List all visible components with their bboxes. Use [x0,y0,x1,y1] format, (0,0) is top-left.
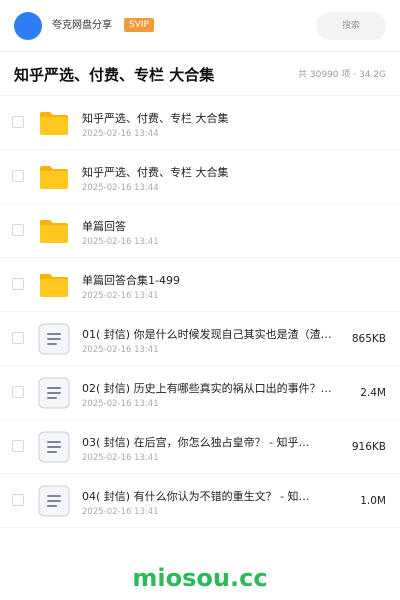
item-date: 2025-02-16 13:41 [82,507,159,517]
page-title: 知乎严选、付费、专栏 大合集 [14,66,215,84]
document-icon [38,323,70,355]
sharer-name: 夸克网盘分享 [52,20,112,31]
item-size: 916KB [351,441,386,453]
file-row[interactable]: 02( 封信) 历史上有哪些真实的祸从口出的事件？… 2025-02-16 13:… [0,366,400,420]
svip-badge: SVIP [124,18,154,32]
row-checkbox[interactable] [12,440,24,452]
item-name: 单篇回答 [82,220,126,233]
watermark: miosou.cc [132,564,268,592]
folder-icon [38,107,70,139]
folder-row[interactable]: 单篇回答 2025-02-16 13:41 [0,204,400,258]
document-icon [38,431,70,463]
folder-row[interactable]: 单篇回答合集1-499 2025-02-16 13:41 [0,258,400,312]
item-size: 2.4M [360,387,386,399]
item-date: 2025-02-16 13:41 [82,453,159,463]
row-checkbox[interactable] [12,386,24,398]
folder-icon [38,161,70,193]
item-date: 2025-02-16 13:41 [82,237,159,247]
item-name: 01( 封信) 你是什么时候发现自己其实也是渣（渣… [82,328,332,341]
item-date: 2025-02-16 13:44 [82,183,159,193]
item-name: 02( 封信) 历史上有哪些真实的祸从口出的事件？… [82,382,332,395]
item-date: 2025-02-16 13:44 [82,129,159,139]
file-row[interactable]: 04( 封信) 有什么你认为不错的重生文？ - 知… 2025-02-16 13:… [0,474,400,528]
folder-icon [38,215,70,247]
item-date: 2025-02-16 13:41 [82,291,159,301]
search-button[interactable]: 搜索 [316,12,386,40]
file-row[interactable]: 03( 封信) 在后宫，你怎么独占皇帝？ - 知乎… 2025-02-16 13:… [0,420,400,474]
document-icon [38,485,70,517]
file-row[interactable]: 01( 封信) 你是什么时候发现自己其实也是渣（渣… 2025-02-16 13:… [0,312,400,366]
item-size: 1.0M [360,495,386,507]
item-date: 2025-02-16 13:41 [82,399,159,409]
folder-row[interactable]: 知乎严选、付费、专栏 大合集 2025-02-16 13:44 [0,150,400,204]
row-checkbox[interactable] [12,494,24,506]
row-checkbox[interactable] [12,116,24,128]
folder-icon [38,269,70,301]
folder-meta: 共 30990 项 · 34.2G [298,70,386,80]
item-name: 知乎严选、付费、专栏 大合集 [82,112,229,125]
top-bar: 夸克网盘分享 SVIP 搜索 [0,0,400,52]
row-checkbox[interactable] [12,332,24,344]
row-checkbox[interactable] [12,170,24,182]
document-icon [38,377,70,409]
file-list: 知乎严选、付费、专栏 大合集 2025-02-16 13:44 知乎严选、付费、专栏… [0,96,400,528]
item-name: 单篇回答合集1-499 [82,274,180,287]
item-name: 知乎严选、付费、专栏 大合集 [82,166,229,179]
item-name: 04( 封信) 有什么你认为不错的重生文？ - 知… [82,490,310,503]
item-size: 865KB [351,333,386,345]
folder-row[interactable]: 知乎严选、付费、专栏 大合集 2025-02-16 13:44 [0,96,400,150]
row-checkbox[interactable] [12,224,24,236]
avatar[interactable] [14,12,42,40]
item-date: 2025-02-16 13:41 [82,345,159,355]
item-name: 03( 封信) 在后宫，你怎么独占皇帝？ - 知乎… [82,436,310,449]
folder-header: 知乎严选、付费、专栏 大合集 共 30990 项 · 34.2G [0,52,400,96]
row-checkbox[interactable] [12,278,24,290]
